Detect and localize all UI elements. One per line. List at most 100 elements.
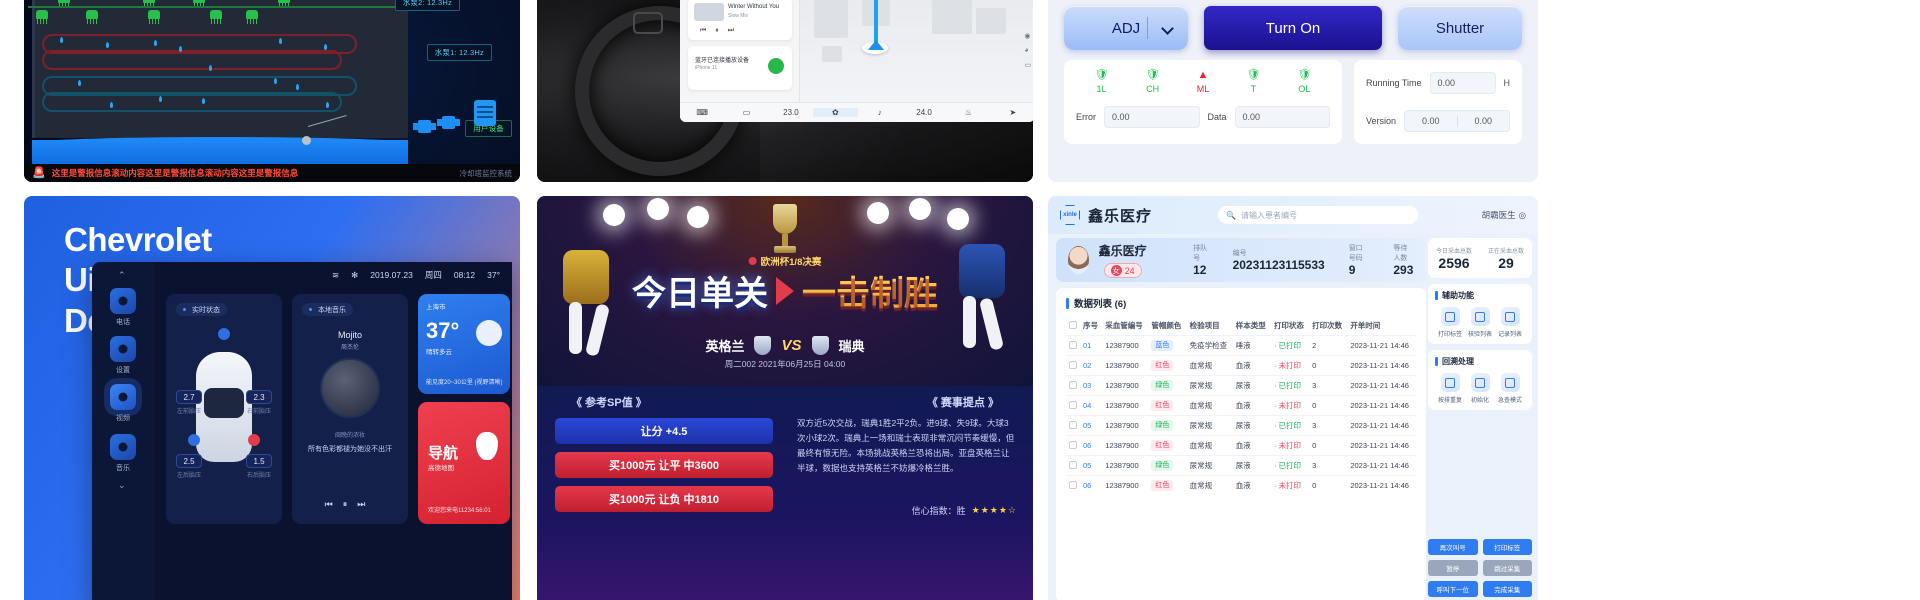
- status-ol[interactable]: 🛡 OL: [1297, 70, 1311, 95]
- table-row[interactable]: 06 12387900 红色 血常规 血液 · 未打印 0 2023-11-21 14:46: [1066, 475, 1416, 495]
- valve-2[interactable]: [437, 116, 460, 129]
- sidebar-item-video[interactable]: 视频: [108, 384, 138, 423]
- error-input[interactable]: 0.00: [1104, 106, 1200, 128]
- row-select[interactable]: [1066, 475, 1080, 495]
- table-row[interactable]: 02 12387900 红色 血常规 血液 · 未打印 0 2023-11-21 14:46: [1066, 355, 1416, 376]
- row-select[interactable]: [1066, 435, 1080, 456]
- bluetooth-card[interactable]: 蓝牙已连接播放设备 iPhone 11: [688, 46, 792, 90]
- weather-card[interactable]: 上海市 37° 晴转多云 能见度20~30公里 (视野清晰): [418, 294, 510, 394]
- table-row[interactable]: 01 12387900 蓝色 免疫学检查 唾液 · 已打印 2 2023-11-21 14:4…: [1066, 335, 1416, 356]
- row-select[interactable]: [1066, 355, 1080, 376]
- lock-right-icon[interactable]: [248, 434, 260, 446]
- table-row[interactable]: 04 12387900 红色 血常规 血液 · 未打印 0 2023-11-21 14:46: [1066, 395, 1416, 416]
- airflow-icon[interactable]: ♪: [858, 108, 902, 117]
- infotainment-bottom-bar[interactable]: ⌨ ▭ 23.0 ✿ ♪ 24.0 ♨ ➤: [680, 102, 1033, 122]
- seat-icon[interactable]: ⌨: [680, 108, 724, 117]
- checkbox-all[interactable]: [1069, 320, 1077, 329]
- running-time-input[interactable]: 0.00: [1429, 72, 1496, 94]
- aux-item-records[interactable]: 记录列表: [1495, 307, 1525, 338]
- action-button[interactable]: 完成采集: [1482, 581, 1532, 597]
- status-ch[interactable]: 🛡 CH: [1146, 70, 1160, 95]
- row-select[interactable]: [1066, 375, 1080, 396]
- map-side-controls[interactable]: ◉ ◕ ▭: [1024, 32, 1031, 69]
- sidebar-item-settings[interactable]: 设置: [108, 336, 138, 375]
- pump-unit[interactable]: [474, 100, 496, 126]
- data-input[interactable]: 0.00: [1234, 106, 1331, 128]
- row-select[interactable]: [1066, 415, 1080, 436]
- lock-front-icon[interactable]: [218, 328, 230, 340]
- action-button[interactable]: 再次叫号: [1428, 539, 1478, 555]
- action-button[interactable]: 暂停: [1428, 560, 1478, 576]
- mode-select-adj[interactable]: ADJ: [1064, 6, 1188, 50]
- vehicle-status-card[interactable]: 实时状态 2.7 左前胎压 2.3 右前胎压 2.5 左后胎压 1.5 右后胎压: [166, 294, 282, 524]
- action-button[interactable]: 呼叫下一位: [1428, 581, 1478, 597]
- navigation-card[interactable]: 导航 高德地图 欢迎您来电11234:56:01: [418, 402, 510, 524]
- panel-infotainment[interactable]: Winter Without You Slow Mix ⏮⏸⏭ 蓝牙已连接播放设…: [680, 0, 1033, 122]
- checkbox-row[interactable]: [1069, 420, 1077, 429]
- call-button[interactable]: [768, 58, 784, 74]
- status-t[interactable]: 🛡 T: [1246, 70, 1260, 95]
- sidebar-item-phone[interactable]: 电话: [108, 288, 138, 327]
- temp-right[interactable]: 24.0: [902, 108, 946, 117]
- proc-item-repeat[interactable]: 按排重复: [1435, 373, 1465, 404]
- aux-item-print[interactable]: 打印标签: [1435, 307, 1465, 338]
- table-row[interactable]: 03 12387900 绿色 尿常规 尿液 · 已打印 3 2023-11-21 14:46: [1066, 375, 1416, 396]
- panel-medical-lab[interactable]: xinle 鑫乐医疗 🔍 请输入患者编号 胡霸医生 ◎ 鑫乐医疗 女 24 排队: [1048, 196, 1538, 600]
- checkbox-row[interactable]: [1069, 460, 1077, 469]
- panel-cooling-tower[interactable]: 水泵2: 12.3Hz 水泵1: 12.3Hz 用户设备 🚨 这里是警报信息滚动…: [24, 0, 520, 182]
- tag-pump2[interactable]: 水泵2: 12.3Hz: [394, 0, 460, 11]
- sidebar-item-music[interactable]: 音乐: [108, 434, 138, 473]
- music-card[interactable]: 本地音乐 Mojito 周杰伦 闽晚的浓妆 所有色彩都褪为她没不出汗 ⏮⏸⏭: [292, 294, 408, 524]
- checkbox-row[interactable]: [1069, 480, 1077, 489]
- panel-chevrolet-ui[interactable]: Chevrolet Ui De ⌃ 电话 设置 视频 音乐 ⌄ ≋ ✻ 2019…: [24, 196, 520, 600]
- checkbox-row[interactable]: [1069, 340, 1077, 349]
- hmi-side-rail[interactable]: ⌃ 电话 设置 视频 音乐 ⌄: [92, 262, 154, 600]
- version-values[interactable]: 0.00 0.00: [1404, 110, 1510, 132]
- navigate-icon[interactable]: ➤: [991, 108, 1033, 117]
- proc-item-urgent[interactable]: 急查模式: [1495, 373, 1525, 404]
- navigation-map[interactable]: ◉ ◕ ▭: [800, 0, 1033, 102]
- lock-left-icon[interactable]: [188, 434, 200, 446]
- media-card[interactable]: Winter Without You Slow Mix ⏮⏸⏭: [688, 0, 792, 40]
- defrost-icon[interactable]: ▭: [724, 108, 768, 117]
- seat-heater-icon[interactable]: ♨: [946, 108, 990, 117]
- col-select[interactable]: [1066, 316, 1080, 336]
- action-button[interactable]: 打印标签: [1482, 539, 1532, 555]
- row-select[interactable]: [1066, 395, 1080, 416]
- proc-item-reset[interactable]: 初始化: [1465, 373, 1495, 404]
- shutter-button[interactable]: Shutter: [1398, 6, 1522, 50]
- odds-button-draw[interactable]: 买1000元 让平 中3600: [555, 452, 773, 478]
- odds-button-loss[interactable]: 买1000元 让负 中1810: [555, 486, 773, 512]
- panel-device-control[interactable]: ADJ Turn On Shutter 🛡 1L 🛡 CH ▲ ML 🛡 T 🛡…: [1048, 0, 1538, 182]
- checkbox-row[interactable]: [1069, 380, 1077, 389]
- aux-item-verify[interactable]: 核验列表: [1465, 307, 1495, 338]
- tag-pump1[interactable]: 水泵1: 12.3Hz: [426, 44, 492, 61]
- chevron-down-icon[interactable]: ⌄: [118, 480, 126, 491]
- search-input[interactable]: 🔍 请输入患者编号: [1218, 206, 1419, 224]
- row-select[interactable]: [1066, 455, 1080, 476]
- table-row[interactable]: 05 12387900 绿色 尿常规 尿液 · 已打印 3 2023-11-21 14:46: [1066, 455, 1416, 476]
- media-transport-controls[interactable]: ⏮⏸⏭: [700, 27, 743, 35]
- checkbox-row[interactable]: [1069, 360, 1077, 369]
- panel-car-interior-photo[interactable]: Winter Without You Slow Mix ⏮⏸⏭ 蓝牙已连接播放设…: [537, 0, 1033, 182]
- action-button[interactable]: 跳过采集: [1482, 560, 1532, 576]
- valve-1[interactable]: [413, 120, 436, 133]
- status-1l[interactable]: 🛡 1L: [1095, 70, 1109, 95]
- checkbox-row[interactable]: [1069, 400, 1077, 409]
- row-select[interactable]: [1066, 335, 1080, 356]
- fan-icon[interactable]: ✿: [813, 108, 858, 117]
- doctor-account[interactable]: 胡霸医生 ◎: [1482, 209, 1526, 221]
- car-hmi-screen[interactable]: ⌃ 电话 设置 视频 音乐 ⌄ ≋ ✻ 2019.07.23 周四 08:12 …: [92, 262, 512, 600]
- music-transport-controls[interactable]: ⏮⏸⏭: [292, 499, 408, 510]
- status-ml[interactable]: ▲ ML: [1197, 70, 1210, 95]
- temp-left[interactable]: 23.0: [769, 108, 813, 117]
- panel-football-banner[interactable]: 欧洲杯1/8决赛 今日单关 一击制胜 英格兰 VS 瑞典 周二002 2021年…: [537, 196, 1033, 600]
- patient-card[interactable]: 鑫乐医疗 女 24 排队号 12 编号 20231123115533 窗口号码 …: [1056, 238, 1426, 282]
- table-row[interactable]: 06 12387900 红色 血常规 血液 · 未打印 0 2023-11-21 14:46: [1066, 435, 1416, 456]
- odds-button-handicap[interactable]: 让分 +4.5: [555, 418, 773, 444]
- chevron-up-icon[interactable]: ⌃: [118, 270, 126, 281]
- table-row[interactable]: 05 12387900 绿色 尿常规 尿液 · 已打印 3 2023-11-21 14:46: [1066, 415, 1416, 436]
- turn-on-button[interactable]: Turn On: [1204, 6, 1382, 50]
- row-index: 05: [1080, 455, 1103, 476]
- checkbox-row[interactable]: [1069, 440, 1077, 449]
